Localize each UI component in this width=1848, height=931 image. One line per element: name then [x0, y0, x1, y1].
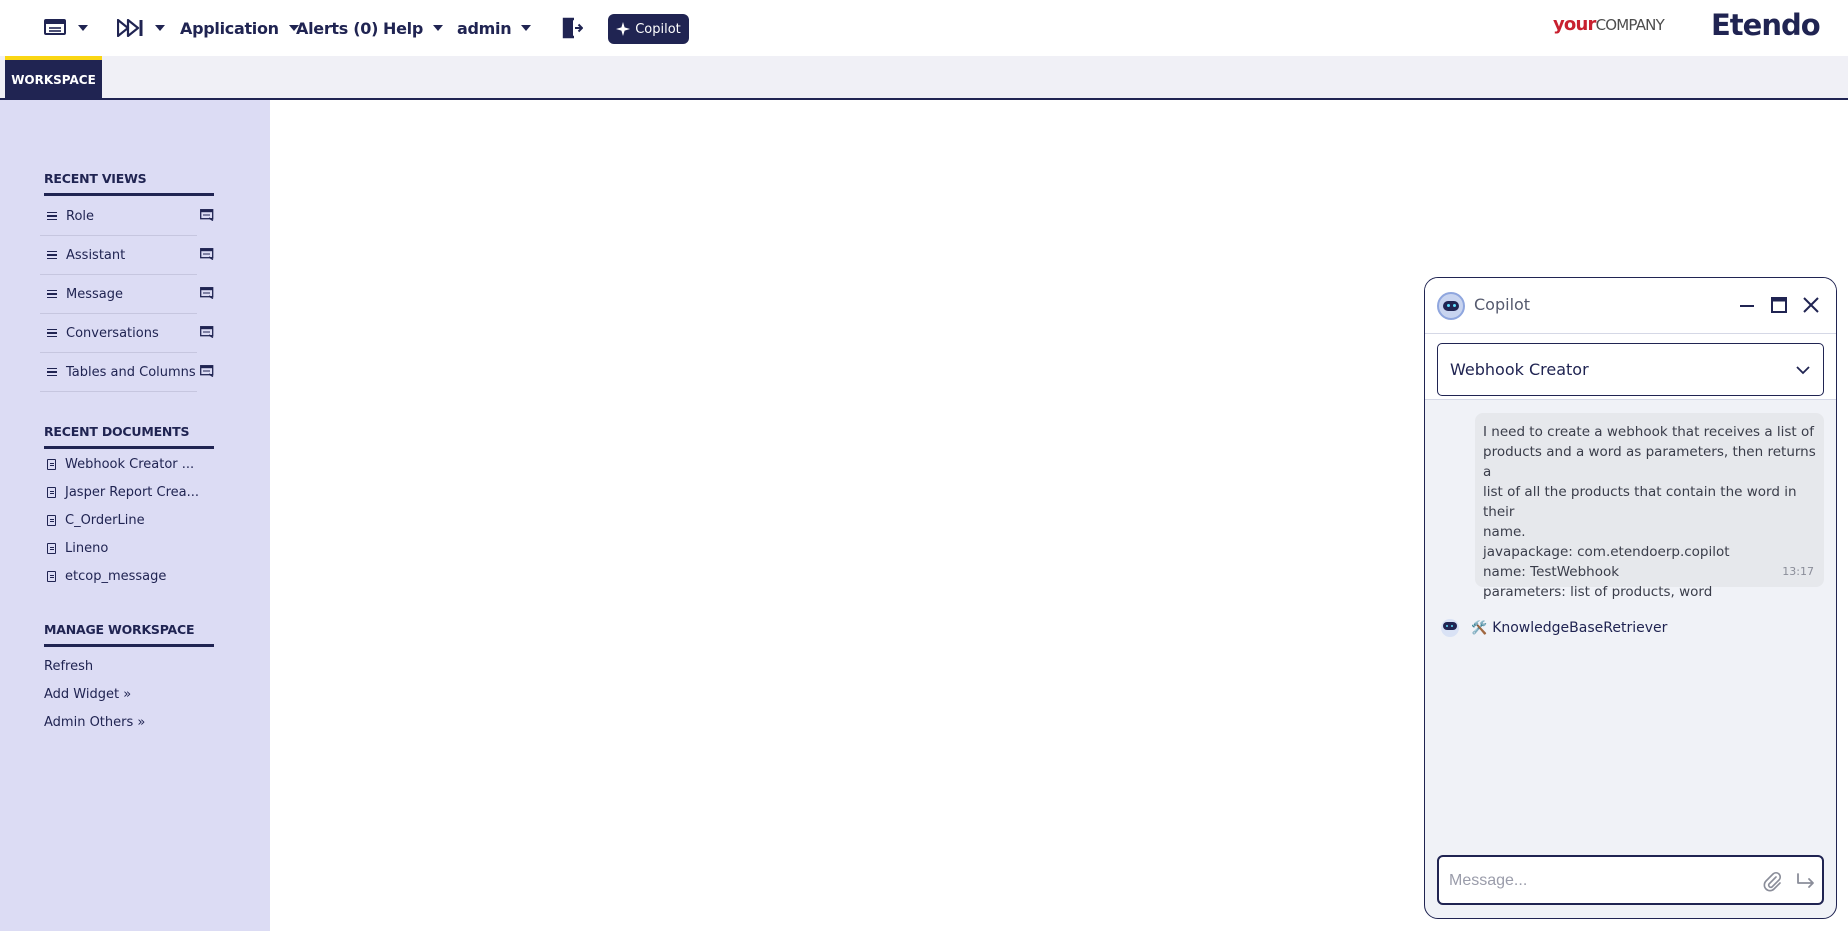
top-navigation-bar: Application Alerts (0) Help admin Copilo… — [0, 0, 1848, 56]
workspace-sidebar: RECENT VIEWS Role Assistant Message Conv… — [0, 100, 270, 931]
tools-icon: 🛠️ — [1471, 620, 1488, 636]
refresh-link[interactable]: Refresh — [44, 659, 93, 674]
open-new-icon[interactable] — [200, 326, 214, 338]
open-new-icon[interactable] — [200, 248, 214, 260]
recent-view-item[interactable]: Message — [40, 275, 214, 314]
logout-button[interactable] — [561, 14, 583, 42]
recent-document-item[interactable]: Jasper Report Crea... — [40, 482, 200, 502]
list-icon — [47, 366, 57, 379]
chevron-down-icon — [155, 25, 165, 31]
fast-forward-icon — [117, 19, 143, 37]
tab-workspace[interactable]: WORKSPACE — [5, 56, 102, 100]
assistant-select[interactable]: Webhook Creator — [1437, 343, 1824, 396]
etendo-logo: Etendo — [1711, 8, 1821, 42]
copilot-title: Copilot — [1474, 295, 1531, 314]
send-icon[interactable] — [1795, 870, 1817, 892]
document-icon — [47, 486, 56, 498]
recent-document-item[interactable]: etcop_message — [40, 566, 200, 586]
add-widget-link[interactable]: Add Widget » — [44, 687, 131, 702]
recent-view-item[interactable]: Role — [40, 197, 214, 236]
minimize-icon[interactable] — [1736, 294, 1758, 316]
message-timestamp: 13:17 — [1782, 565, 1814, 578]
user-menu-label: admin — [457, 18, 512, 38]
list-icon — [47, 288, 57, 301]
message-input-box — [1437, 855, 1824, 905]
chevron-down-icon — [78, 25, 88, 31]
open-new-icon[interactable] — [200, 287, 214, 299]
recent-documents-title: RECENT DOCUMENTS — [44, 424, 214, 449]
recent-document-item[interactable]: Lineno — [40, 538, 200, 558]
tool-name: KnowledgeBaseRetriever — [1492, 620, 1668, 636]
close-icon[interactable] — [1800, 294, 1822, 316]
recent-document-label: C_OrderLine — [65, 512, 145, 528]
help-menu[interactable]: Help — [383, 14, 443, 42]
message-input[interactable] — [1449, 867, 1739, 895]
copilot-header: Copilot — [1425, 278, 1836, 334]
alerts-label: Alerts (0) — [296, 18, 379, 38]
chevron-down-icon — [432, 25, 443, 31]
tab-strip: WORKSPACE — [0, 56, 1848, 100]
document-icon — [47, 542, 56, 554]
recent-view-label: Role — [66, 208, 95, 224]
recent-view-item[interactable]: Tables and Columns — [40, 353, 214, 392]
open-new-icon[interactable] — [200, 365, 214, 377]
alerts-link[interactable]: Alerts (0) — [296, 14, 378, 42]
open-new-icon[interactable] — [200, 209, 214, 221]
recent-views-title: RECENT VIEWS — [44, 171, 214, 196]
document-icon — [47, 514, 56, 526]
quick-launch-button[interactable] — [117, 14, 165, 42]
recent-view-item[interactable]: Assistant — [40, 236, 214, 275]
help-menu-label: Help — [383, 18, 423, 38]
list-icon — [47, 249, 57, 262]
chevron-down-icon — [521, 25, 532, 31]
copilot-button-label: Copilot — [635, 21, 681, 37]
recent-view-label: Conversations — [66, 325, 159, 341]
bot-icon — [1441, 619, 1459, 637]
recent-view-label: Tables and Columns — [66, 364, 196, 380]
recent-view-label: Message — [66, 286, 123, 302]
logout-icon — [562, 17, 583, 39]
company-logo-your: your — [1553, 14, 1596, 35]
recent-document-label: Jasper Report Crea... — [65, 484, 200, 500]
sparkle-icon — [616, 22, 631, 36]
manage-workspace-title: MANAGE WORKSPACE — [44, 622, 214, 647]
recent-document-label: etcop_message — [65, 568, 167, 584]
user-menu[interactable]: admin — [457, 14, 532, 42]
list-icon — [47, 210, 57, 223]
document-icon — [47, 570, 56, 582]
list-icon — [47, 327, 57, 340]
assistant-select-value: Webhook Creator — [1450, 360, 1589, 379]
admin-others-link[interactable]: Admin Others » — [44, 715, 145, 730]
application-menu[interactable]: Application — [180, 14, 299, 42]
recent-document-item[interactable]: Webhook Creator ... — [40, 454, 200, 474]
recent-view-label: Assistant — [66, 247, 126, 263]
document-icon — [47, 458, 56, 470]
company-logo: yourCOMPANY — [1553, 14, 1665, 35]
workspace-menu-button[interactable] — [44, 14, 88, 42]
chevron-down-icon — [1796, 366, 1810, 375]
assistant-selector-row: Webhook Creator — [1425, 334, 1836, 400]
copilot-panel: Copilot Webhook Creator I need to create… — [1424, 277, 1837, 919]
recent-view-item[interactable]: Conversations — [40, 314, 214, 353]
recent-document-label: Webhook Creator ... — [65, 456, 195, 472]
copilot-button[interactable]: Copilot — [608, 14, 689, 44]
list-menu-icon — [44, 19, 66, 35]
paperclip-icon[interactable] — [1761, 870, 1783, 892]
maximize-icon[interactable] — [1768, 294, 1790, 316]
recent-document-label: Lineno — [65, 540, 109, 556]
copilot-avatar-icon — [1437, 292, 1465, 320]
company-logo-company: COMPANY — [1595, 16, 1665, 34]
user-message-bubble: I need to create a webhook that receives… — [1475, 413, 1824, 600]
tool-call-status: 🛠️ KnowledgeBaseRetriever — [1441, 619, 1667, 637]
user-message-text: I need to create a webhook that receives… — [1483, 424, 1816, 600]
recent-document-item[interactable]: C_OrderLine — [40, 510, 200, 530]
application-menu-label: Application — [180, 18, 279, 38]
